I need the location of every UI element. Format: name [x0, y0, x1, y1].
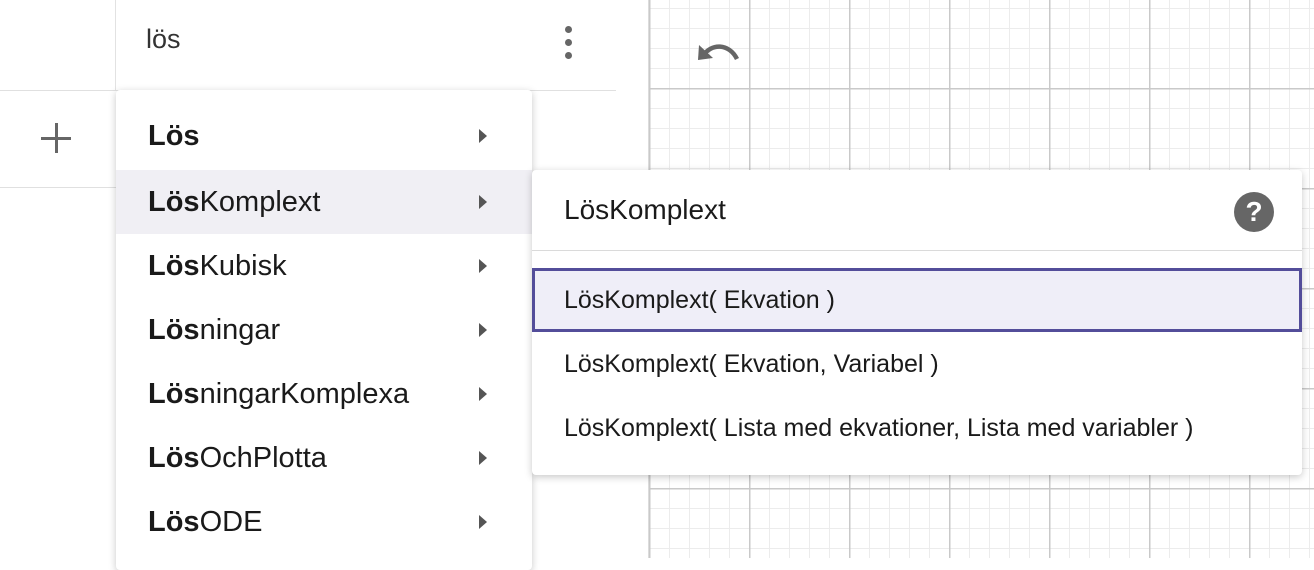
suggestion-item-selected[interactable]: LösKomplext [116, 170, 532, 234]
divider [115, 0, 116, 90]
suggestion-item[interactable]: LösODE [116, 490, 532, 554]
arrow-right-icon [479, 387, 487, 401]
divider [0, 187, 116, 188]
divider [532, 250, 1302, 251]
help-icon[interactable]: ? [1234, 192, 1274, 232]
suggestion-item[interactable]: Lösningar [116, 298, 532, 362]
submenu-title: LösKomplext [564, 194, 726, 225]
undo-icon [698, 44, 740, 61]
arrow-right-icon [479, 259, 487, 273]
syntax-option[interactable]: LösKomplext( Ekvation, Variabel ) [532, 332, 1302, 396]
more-options-button[interactable] [552, 20, 584, 64]
syntax-option[interactable]: LösKomplext( Lista med ekvationer, Lista… [532, 396, 1302, 460]
suggestion-item[interactable]: LösOchPlotta [116, 426, 532, 490]
suggestion-item[interactable]: LösningarKomplexa [116, 362, 532, 426]
syntax-option-selected[interactable]: LösKomplext( Ekvation ) [532, 268, 1302, 332]
undo-button[interactable] [696, 34, 744, 74]
suggestion-menu: Lös LösKomplext LösKubisk Lösningar Lösn… [116, 90, 532, 570]
suggestion-item[interactable]: LösKubisk [116, 234, 532, 298]
arrow-right-icon [479, 515, 487, 529]
add-item-button[interactable] [36, 118, 76, 158]
arrow-right-icon [479, 323, 487, 337]
suggestion-item[interactable]: Lös [116, 104, 532, 168]
arrow-right-icon [479, 129, 487, 143]
algebra-row-margin [0, 0, 116, 188]
arrow-right-icon [479, 195, 487, 209]
arrow-right-icon [479, 451, 487, 465]
syntax-submenu: LösKomplext ? LösKomplext( Ekvation ) Lö… [532, 170, 1302, 475]
more-vert-icon [564, 25, 572, 33]
algebra-input[interactable]: lös [146, 24, 181, 55]
